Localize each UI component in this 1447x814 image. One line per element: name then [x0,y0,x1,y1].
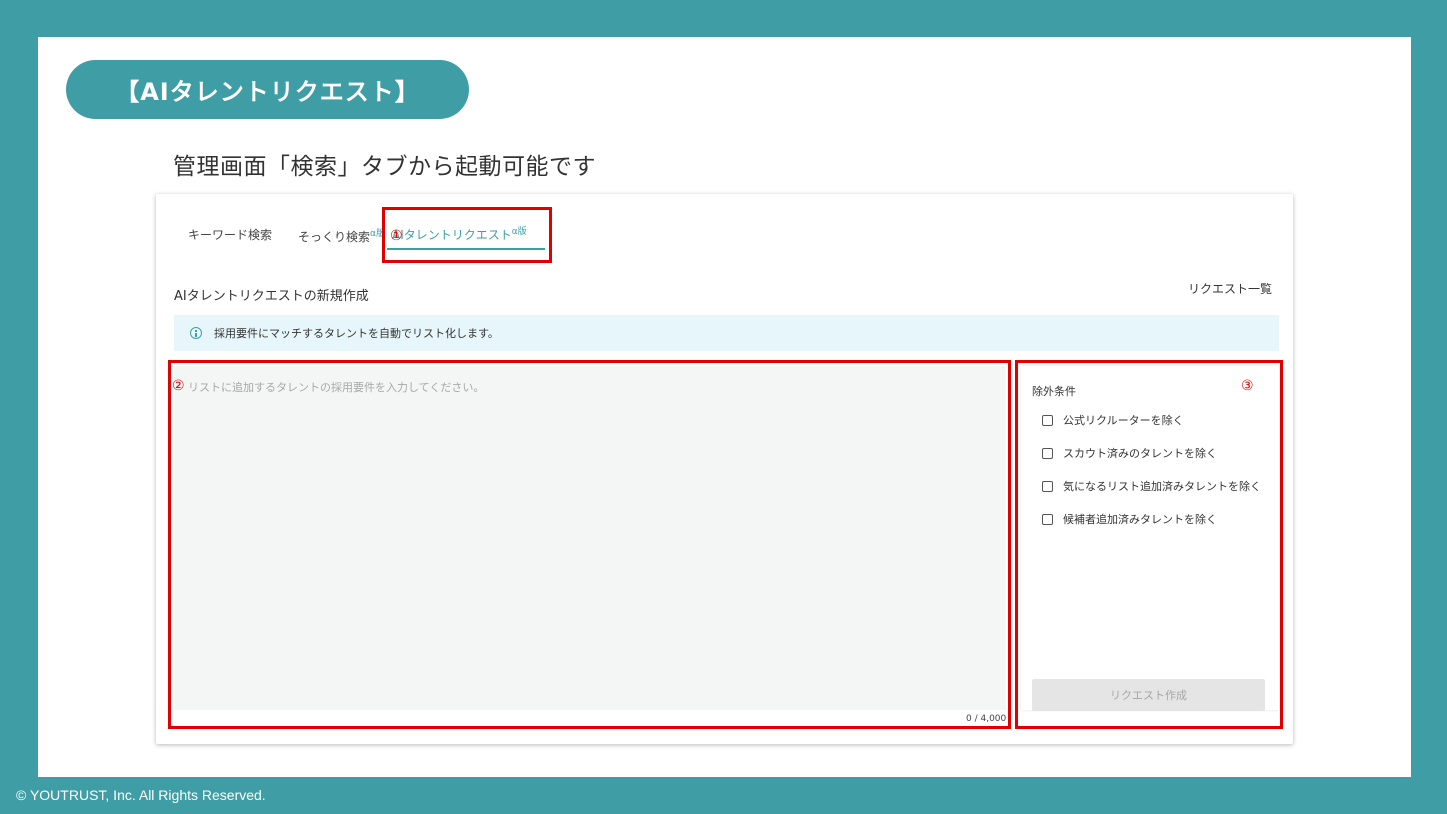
info-icon [190,327,202,339]
annotation-marker-2: ② [172,378,185,394]
annotation-marker-3: ③ [1241,378,1254,394]
heading-text: 【AIタレントリクエスト】 [115,78,420,106]
annotation-box-1 [382,207,552,263]
subtitle: 管理画面「検索」タブから起動可能です [173,154,596,180]
heading-pill: 【AIタレントリクエスト】 [66,60,469,119]
copyright: © YOUTRUST, Inc. All Rights Reserved. [16,787,266,803]
admin-screen-card: キーワード検索 そっくり検索α版 AIタレントリクエストα版 ① AIタレントリ… [156,194,1293,744]
tab-sokkuri-search[interactable]: そっくり検索α版 [298,226,385,245]
tab-sokkuri-search-label: そっくり検索 [298,230,371,244]
request-list-link[interactable]: リクエスト一覧 [1188,280,1272,297]
slide: 【AIタレントリクエスト】 管理画面「検索」タブから起動可能です キーワード検索… [38,37,1411,777]
annotation-marker-1: ① [390,228,403,244]
annotation-box-3 [1015,360,1283,729]
tab-keyword-search[interactable]: キーワード検索 [188,226,272,243]
annotation-box-2 [168,360,1011,729]
info-text: 採用要件にマッチするタレントを自動でリスト化します。 [214,327,499,340]
info-banner: 採用要件にマッチするタレントを自動でリスト化します。 [174,315,1279,351]
tab-keyword-search-label: キーワード検索 [188,228,273,242]
section-title: AIタレントリクエストの新規作成 [174,289,369,304]
